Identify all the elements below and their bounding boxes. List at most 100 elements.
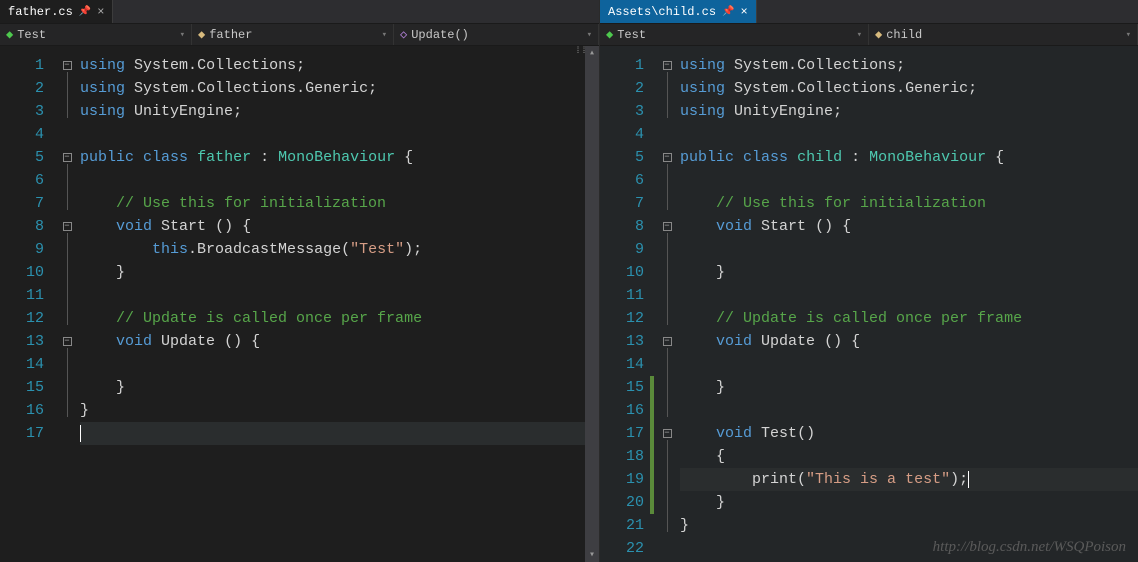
code-line[interactable]: } [680, 514, 1138, 537]
gutter-row: 12 [0, 307, 80, 330]
token-pn [125, 103, 134, 120]
token-id: Start [761, 218, 806, 235]
chevron-down-icon: ▾ [587, 30, 592, 40]
code-line[interactable]: // Update is called once per frame [80, 307, 585, 330]
code-line[interactable]: } [80, 261, 585, 284]
code-line[interactable] [680, 399, 1138, 422]
token-id: print [752, 471, 797, 488]
code-line[interactable]: using UnityEngine; [80, 100, 585, 123]
code-line[interactable] [80, 123, 585, 146]
line-number: 19 [620, 468, 644, 491]
token-type: MonoBehaviour [869, 149, 986, 166]
token-id: BroadcastMessage [197, 241, 341, 258]
gutter-row: 7 [600, 192, 680, 215]
code-editor-left[interactable]: 1−2345−678−910111213−14151617 using Syst… [0, 46, 599, 562]
code-line[interactable]: using UnityEngine; [680, 100, 1138, 123]
code-line[interactable]: public class father : MonoBehaviour { [80, 146, 585, 169]
token-pn: } [680, 494, 725, 511]
nav-member[interactable]: ◇ Update() ▾ [394, 24, 599, 45]
token-id: System [734, 57, 788, 74]
code-line[interactable]: } [680, 491, 1138, 514]
code-line[interactable]: void Start () { [680, 215, 1138, 238]
code-line[interactable]: } [680, 376, 1138, 399]
code-line[interactable] [80, 422, 585, 445]
nav-class[interactable]: ◆ child ▾ [869, 24, 1138, 45]
token-pn [152, 218, 161, 235]
code-line[interactable]: // Use this for initialization [80, 192, 585, 215]
code-line[interactable]: } [680, 261, 1138, 284]
change-indicator [50, 353, 54, 376]
change-indicator [50, 284, 54, 307]
token-pn [752, 333, 761, 350]
code-line[interactable]: using System.Collections; [680, 54, 1138, 77]
line-number: 2 [20, 77, 44, 100]
pin-icon[interactable]: 📌 [722, 6, 734, 18]
change-indicator [50, 330, 54, 353]
code-line[interactable] [680, 123, 1138, 146]
token-kw: this [152, 241, 188, 258]
code-line[interactable]: void Update () { [80, 330, 585, 353]
fold-guide [660, 509, 674, 542]
code-line[interactable]: this.BroadcastMessage("Test"); [80, 238, 585, 261]
text-caret [968, 471, 969, 488]
code-line[interactable] [680, 169, 1138, 192]
token-pn [734, 149, 743, 166]
nav-namespace[interactable]: ◆ Test ▾ [0, 24, 192, 45]
token-pn: } [680, 264, 725, 281]
code-line[interactable]: { [680, 445, 1138, 468]
nav-namespace[interactable]: ◆ Test ▾ [600, 24, 869, 45]
code-line[interactable]: } [80, 399, 585, 422]
token-id: UnityEngine [734, 103, 833, 120]
token-pn: { [395, 149, 413, 166]
code-line[interactable]: // Use this for initialization [680, 192, 1138, 215]
gutter-right: 1−2345−678−910111213−14151617−1819202122 [600, 46, 680, 562]
code-line[interactable]: void Update () { [680, 330, 1138, 353]
code-line[interactable]: using System.Collections.Generic; [80, 77, 585, 100]
line-number: 4 [620, 123, 644, 146]
code-line[interactable]: using System.Collections.Generic; [680, 77, 1138, 100]
scroll-up-icon[interactable]: ▴ [585, 46, 599, 60]
fold-guide [60, 95, 74, 128]
namespace-icon: ◆ [606, 27, 613, 42]
vertical-scrollbar[interactable]: ▴ ▾ [585, 46, 599, 562]
split-grip-icon[interactable]: ⁞⁞ [575, 46, 585, 60]
token-pn: ; [833, 103, 842, 120]
chevron-down-icon: ▾ [382, 30, 387, 40]
line-number: 12 [620, 307, 644, 330]
change-indicator [50, 192, 54, 215]
code-line[interactable] [80, 169, 585, 192]
code-line[interactable]: print("This is a test"); [680, 468, 1138, 491]
code-area-left[interactable]: using System.Collections;using System.Co… [80, 46, 585, 562]
code-line[interactable] [680, 353, 1138, 376]
line-number: 8 [620, 215, 644, 238]
code-line[interactable] [80, 353, 585, 376]
file-tab-father[interactable]: father.cs 📌 × [0, 0, 113, 23]
code-line[interactable]: // Update is called once per frame [680, 307, 1138, 330]
close-icon[interactable]: × [97, 5, 104, 19]
token-pn [152, 333, 161, 350]
code-line[interactable]: void Start () { [80, 215, 585, 238]
code-line[interactable]: void Test() [680, 422, 1138, 445]
code-editor-right[interactable]: 1−2345−678−910111213−14151617−1819202122… [600, 46, 1138, 562]
code-line[interactable]: using System.Collections; [80, 54, 585, 77]
code-area-right[interactable]: using System.Collections;using System.Co… [680, 46, 1138, 562]
code-line[interactable]: public class child : MonoBehaviour { [680, 146, 1138, 169]
change-indicator [650, 376, 654, 399]
pin-icon[interactable]: 📌 [79, 6, 91, 18]
scroll-down-icon[interactable]: ▾ [585, 548, 599, 562]
file-tab-child[interactable]: Assets\child.cs 📌 × [600, 0, 757, 23]
nav-member-label: Update() [411, 28, 469, 42]
line-number: 5 [620, 146, 644, 169]
token-kw: using [80, 80, 125, 97]
token-kw: using [80, 103, 125, 120]
code-line[interactable]: } [80, 376, 585, 399]
token-pn: () { [815, 333, 860, 350]
close-icon[interactable]: × [740, 5, 747, 19]
code-line[interactable] [80, 284, 585, 307]
code-line[interactable] [680, 284, 1138, 307]
code-line[interactable] [680, 238, 1138, 261]
nav-class[interactable]: ◆ father ▾ [192, 24, 394, 45]
method-icon: ◇ [400, 27, 407, 42]
change-indicator [650, 399, 654, 422]
change-indicator [650, 146, 654, 169]
